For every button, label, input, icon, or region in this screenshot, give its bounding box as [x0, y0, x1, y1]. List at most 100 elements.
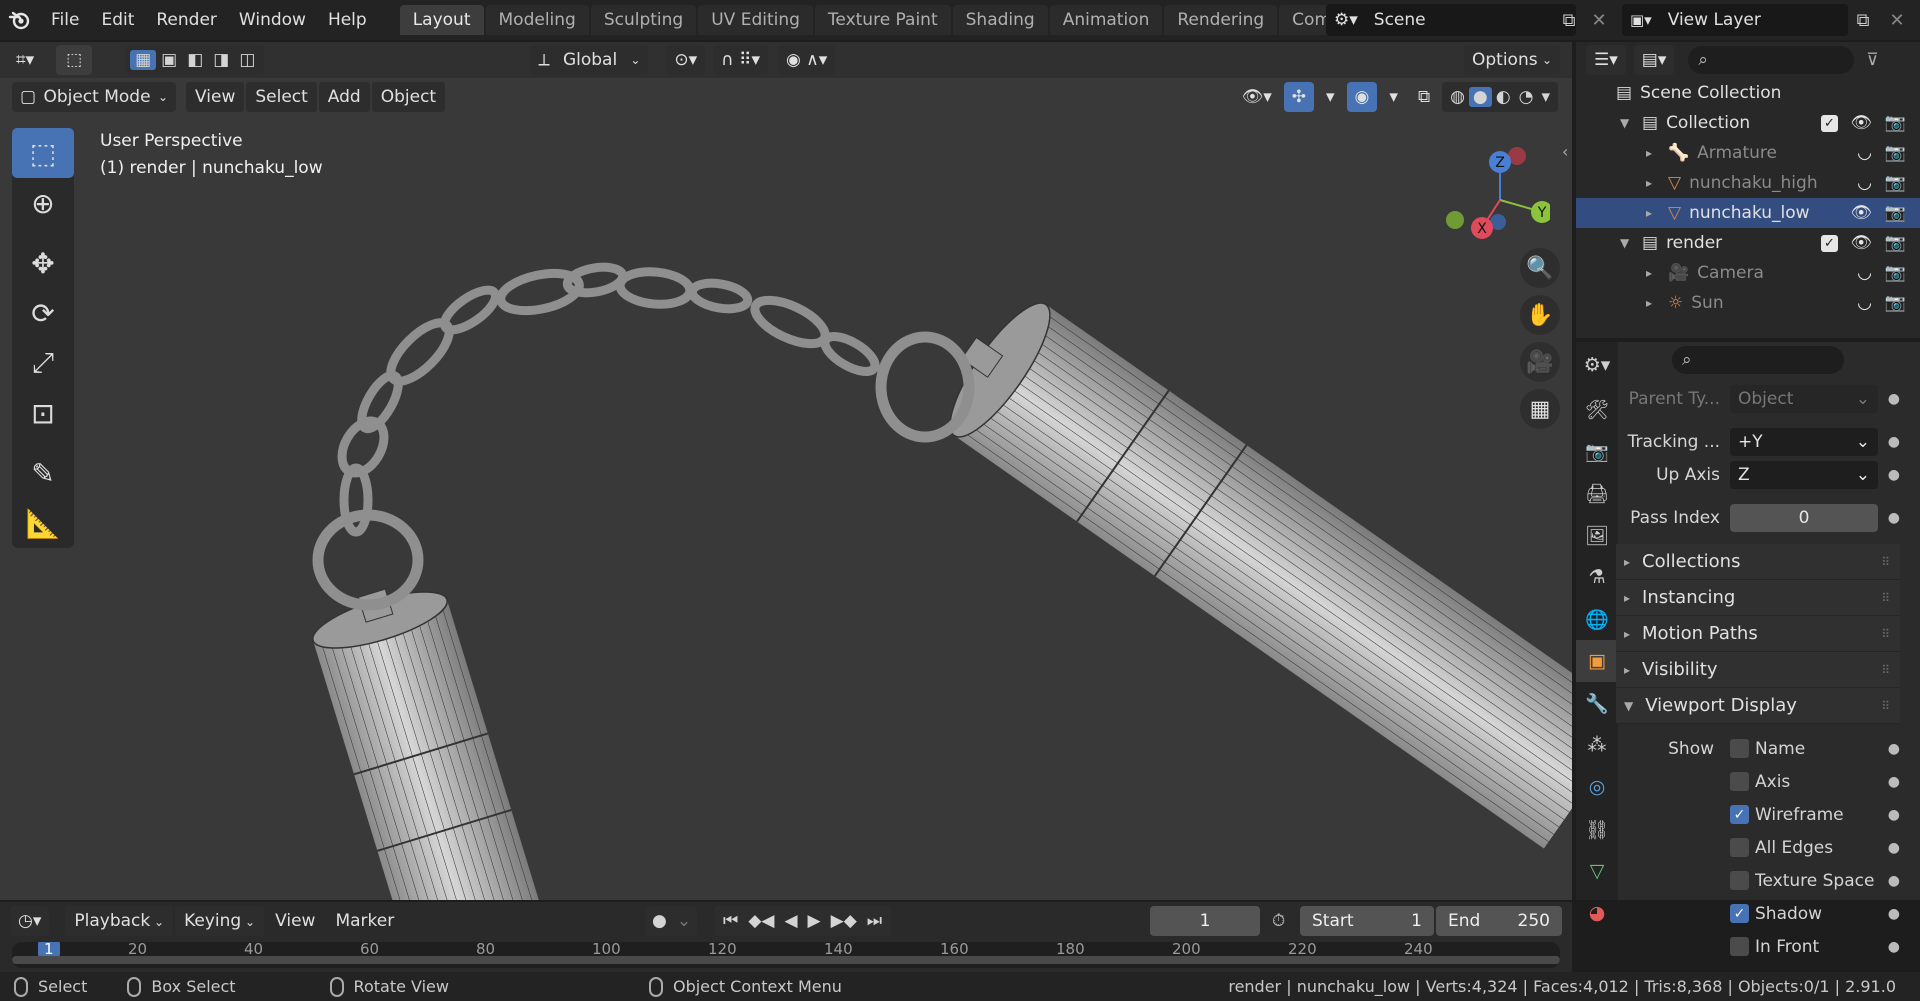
stopwatch-icon[interactable]: ⏱: [1272, 911, 1285, 931]
keyframe-dot-icon[interactable]: ●: [1888, 873, 1900, 889]
proportional-edit-icon[interactable]: ◉ ∧▾: [778, 45, 836, 75]
render-camera-icon[interactable]: 📷: [1885, 113, 1906, 133]
collapse-arrow-icon[interactable]: ▸: [1646, 296, 1664, 310]
timeline-menu-view[interactable]: View: [266, 906, 324, 936]
tab-sculpting[interactable]: Sculpting: [590, 5, 697, 35]
viewport-menu-select[interactable]: Select: [246, 82, 317, 112]
tab-modeling[interactable]: Modeling: [485, 5, 589, 35]
drag-handle-icon[interactable]: ⠿: [1881, 699, 1890, 713]
outliner-item[interactable]: ▤ Scene Collection: [1576, 78, 1920, 108]
keyframe-dot-icon[interactable]: ●: [1888, 906, 1900, 922]
neg-y-axis-icon[interactable]: [1446, 211, 1464, 229]
panel-visibility[interactable]: ▸ Visibility ⠿: [1616, 652, 1900, 688]
collapse-arrow-icon[interactable]: ▸: [1646, 146, 1664, 160]
end-frame-field[interactable]: End 250: [1436, 906, 1562, 936]
timeline-ruler[interactable]: 1 20 40 60 80 100 120 140 160 180 200 220 240: [12, 942, 1560, 968]
keyframe-dot-icon[interactable]: ●: [1888, 807, 1900, 823]
tab-shading[interactable]: Shading: [952, 5, 1048, 35]
object-tab-icon[interactable]: ▣: [1576, 640, 1618, 682]
outliner-item[interactable]: ▸ 🦴 Armature ◡ 📷: [1576, 138, 1920, 168]
show-texture-space-checkbox[interactable]: [1730, 871, 1749, 890]
menu-help[interactable]: Help: [317, 5, 378, 35]
material-shading-icon[interactable]: ◐: [1492, 87, 1515, 107]
exclude-checkbox[interactable]: ✓: [1821, 114, 1838, 132]
rotate-tool-icon[interactable]: ⟳: [12, 288, 74, 338]
keyframe-dot-icon[interactable]: ●: [1888, 434, 1900, 450]
select-intersect-icon[interactable]: ◫: [234, 50, 260, 70]
menu-file[interactable]: File: [40, 5, 90, 35]
tab-animation[interactable]: Animation: [1049, 5, 1163, 35]
tab-texture-paint[interactable]: Texture Paint: [814, 5, 951, 35]
modifier-tab-icon[interactable]: 🔧: [1576, 682, 1618, 724]
next-keyframe-icon[interactable]: ▶◆: [826, 911, 862, 931]
transform-orientation-dropdown[interactable]: ⟂ Global ⌄: [530, 45, 649, 75]
physics-tab-icon[interactable]: ◎: [1576, 766, 1618, 808]
select-subtract-icon[interactable]: ◧: [182, 50, 208, 70]
annotate-tool-icon[interactable]: ✎: [12, 448, 74, 498]
play-icon[interactable]: ▶: [803, 911, 826, 931]
timeline-editor-icon[interactable]: ◷▾: [10, 906, 50, 936]
drag-handle-icon[interactable]: ⠿: [1881, 627, 1890, 641]
solid-shading-icon[interactable]: ●: [1468, 87, 1492, 107]
measure-tool-icon[interactable]: 📐: [12, 498, 74, 548]
view-layer-tab-icon[interactable]: 🖼: [1576, 514, 1618, 556]
drag-handle-icon[interactable]: ⠿: [1881, 663, 1890, 677]
tab-layout[interactable]: Layout: [399, 5, 484, 35]
select-invert-icon[interactable]: ◨: [208, 50, 234, 70]
navigation-gizmo[interactable]: Z Y X: [1430, 142, 1550, 252]
drag-handle-icon[interactable]: ⠿: [1881, 555, 1890, 569]
jump-start-icon[interactable]: ⏮: [718, 911, 743, 931]
rendered-shading-icon[interactable]: ◔: [1515, 87, 1538, 107]
expand-arrow-icon[interactable]: ▼: [1620, 236, 1638, 250]
new-view-layer-icon[interactable]: ⧉: [1848, 5, 1878, 35]
tab-rendering[interactable]: Rendering: [1164, 5, 1278, 35]
keyframe-dot-icon[interactable]: ●: [1888, 391, 1900, 407]
view-layer-selector[interactable]: ▣▾ View Layer: [1622, 4, 1848, 36]
select-extend-icon[interactable]: ▣: [156, 50, 182, 70]
start-frame-field[interactable]: Start 1: [1300, 906, 1434, 936]
select-box-tool-icon[interactable]: ⬚: [12, 128, 74, 178]
gizmo-dropdown-icon[interactable]: ▾: [1318, 82, 1343, 112]
jump-end-icon[interactable]: ⏭: [862, 911, 887, 931]
panel-motion-paths[interactable]: ▸ Motion Paths ⠿: [1616, 616, 1900, 652]
scene-selector[interactable]: ⚙▾ Scene: [1326, 4, 1576, 36]
viewport-menu-add[interactable]: Add: [318, 82, 370, 112]
eye-icon[interactable]: 👁: [1850, 233, 1872, 253]
show-axis-checkbox[interactable]: [1730, 772, 1749, 791]
constraints-tab-icon[interactable]: ⛓: [1576, 808, 1618, 850]
scale-tool-icon[interactable]: ⤢: [12, 338, 74, 388]
viewport-menu-object[interactable]: Object: [371, 82, 446, 112]
3d-viewport[interactable]: ⌗▾ ⬚ ▦ ▣ ◧ ◨ ◫ ⟂ Global ⌄ ⊙▾ ∩ ⠿▾ ◉ ∧▾ O…: [0, 42, 1572, 900]
transform-tool-icon[interactable]: ⊡: [12, 388, 74, 438]
pan-hand-icon[interactable]: ✋: [1520, 295, 1560, 335]
particles-tab-icon[interactable]: ⁂: [1576, 724, 1618, 766]
expand-arrow-icon[interactable]: ▼: [1620, 116, 1638, 130]
shading-dropdown-icon[interactable]: ▾: [1537, 87, 1554, 107]
world-tab-icon[interactable]: 🌐: [1576, 598, 1618, 640]
timeline-menu-playback[interactable]: Playback ⌄: [65, 906, 174, 936]
keyframe-dot-icon[interactable]: ●: [1888, 840, 1900, 856]
eye-icon[interactable]: 👁: [1850, 113, 1872, 133]
output-tab-icon[interactable]: 🖨: [1576, 472, 1618, 514]
overlay-toggle-icon[interactable]: ◉: [1346, 82, 1378, 112]
overlay-dropdown-icon[interactable]: ▾: [1381, 82, 1406, 112]
pass-index-field[interactable]: 0: [1730, 503, 1878, 532]
outliner-item[interactable]: ▼ ▤ render ✓ 👁 📷: [1576, 228, 1920, 258]
hidden-eye-icon[interactable]: ◡: [1857, 173, 1872, 193]
select-tool-icon[interactable]: ⬚: [56, 45, 93, 75]
blender-logo-icon[interactable]: [0, 0, 40, 40]
panel-instancing[interactable]: ▸ Instancing ⠿: [1616, 580, 1900, 616]
keyframe-dot-icon[interactable]: ●: [1888, 939, 1900, 955]
show-name-checkbox[interactable]: [1730, 739, 1749, 758]
exclude-checkbox[interactable]: ✓: [1821, 234, 1838, 252]
show-in-front-checkbox[interactable]: [1730, 937, 1749, 956]
filter-icon[interactable]: ⊽: [1866, 50, 1878, 70]
visibility-icon[interactable]: 👁▾: [1234, 82, 1280, 112]
timeline-scrollbar[interactable]: [12, 956, 1560, 964]
collapse-arrow-icon[interactable]: ▸: [1646, 266, 1664, 280]
new-scene-icon[interactable]: ⧉: [1554, 5, 1584, 35]
move-tool-icon[interactable]: ✥: [12, 238, 74, 288]
zoom-icon[interactable]: 🔍: [1520, 248, 1560, 288]
menu-edit[interactable]: Edit: [90, 5, 145, 35]
xray-toggle-icon[interactable]: ⧉: [1410, 82, 1438, 112]
